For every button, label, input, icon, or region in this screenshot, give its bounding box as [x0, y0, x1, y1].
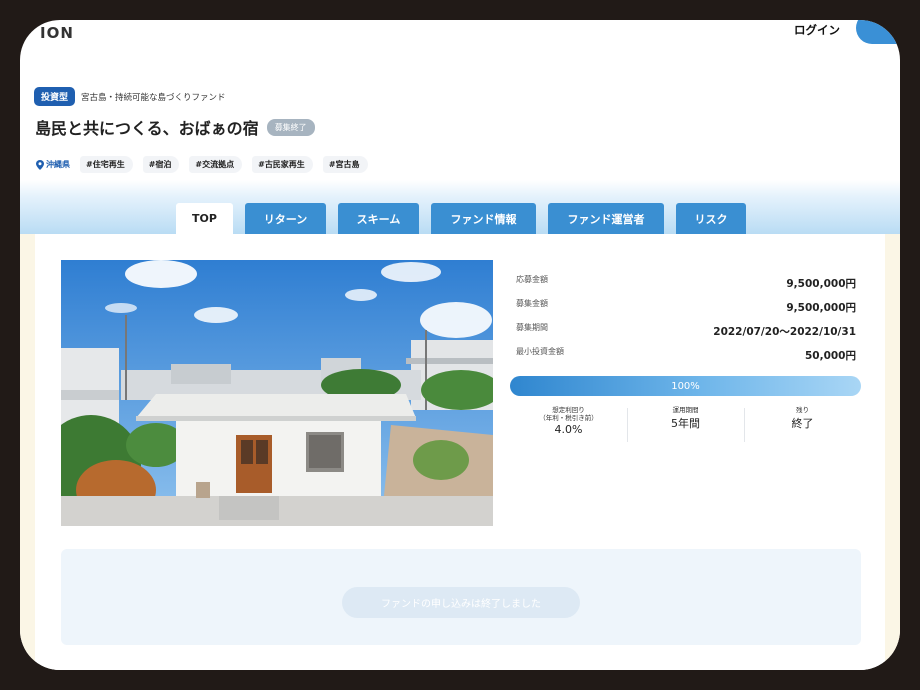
property-photo-image [61, 260, 493, 526]
info-label: 募集期間 [516, 323, 548, 332]
progress-label: 100% [671, 380, 700, 392]
fund-stats: 想定利回り （年利・税引き前） 4.0% 運用期間 5年間 残り 終了 [510, 406, 861, 442]
project-title-row: 島民と共につくる、おばぁの宿 募集終了 [35, 115, 315, 139]
tab-fund-operator[interactable]: ファンド運営者 [548, 203, 664, 234]
stat-label: 残り [796, 406, 809, 414]
investment-type-badge: 投資型 [34, 87, 76, 106]
info-row: 応募金額 9,500,000円 [516, 270, 856, 294]
info-label: 募集金額 [516, 299, 548, 308]
location-label: 沖縄県 [46, 160, 70, 169]
stat-value: 4.0% [554, 423, 583, 436]
tab-scheme[interactable]: スキーム [338, 203, 419, 234]
tag-item[interactable]: #交流拠点 [189, 156, 243, 173]
tag-item[interactable]: #宿泊 [142, 156, 180, 173]
info-label: 最小投資金額 [516, 347, 564, 356]
tab-risk[interactable]: リスク [676, 203, 746, 234]
fund-type-row: 投資型 宮古島・持続可能な島づくりファンド [34, 87, 226, 106]
info-row: 募集金額 9,500,000円 [516, 294, 856, 318]
tab-bar: TOP リターン スキーム ファンド情報 ファンド運営者 リスク [20, 180, 900, 234]
apply-closed-button[interactable]: ファンドの申し込みは終了しました [342, 587, 580, 618]
tag-list: 沖縄県 #住宅再生 #宿泊 #交流拠点 #古民家再生 #宮古島 [36, 156, 368, 173]
header-menu-button[interactable] [856, 20, 900, 44]
tab-fund-info[interactable]: ファンド情報 [431, 203, 536, 234]
tab-return[interactable]: リターン [245, 203, 326, 234]
stat-expected-yield: 想定利回り （年利・税引き前） 4.0% [510, 406, 627, 442]
login-link[interactable]: ログイン [794, 22, 840, 38]
info-value: 9,500,000円 [786, 278, 856, 290]
location: 沖縄県 [36, 159, 70, 170]
project-title: 島民と共につくる、おばぁの宿 [35, 119, 259, 138]
location-pin-icon [36, 159, 44, 170]
info-value: 50,000円 [804, 350, 856, 362]
page-margin-left [20, 234, 35, 670]
page-margin-right [885, 234, 900, 670]
info-label: 応募金額 [516, 275, 548, 284]
info-row: 最小投資金額 50,000円 [516, 342, 856, 366]
status-badge: 募集終了 [266, 118, 315, 136]
tab-top[interactable]: TOP [176, 203, 233, 234]
stat-label: 想定利回り （年利・税引き前） [539, 406, 598, 422]
site-logo[interactable]: ION [40, 24, 74, 42]
stat-remaining: 残り 終了 [744, 406, 861, 442]
stat-period: 運用期間 5年間 [627, 406, 744, 442]
stat-label: 運用期間 [672, 406, 699, 414]
funding-progress-bar: 100% [510, 376, 861, 396]
info-row: 募集期間 2022/07/20〜2022/10/31 [516, 318, 856, 342]
property-photo [61, 260, 493, 526]
tag-item[interactable]: #住宅再生 [80, 156, 133, 173]
info-value: 2022/07/20〜2022/10/31 [713, 326, 856, 338]
info-value: 9,500,000円 [786, 302, 856, 314]
stat-value: 終了 [791, 417, 814, 430]
application-panel: ファンドの申し込みは終了しました [61, 549, 861, 645]
fund-summary: 応募金額 9,500,000円 募集金額 9,500,000円 募集期間 202… [516, 270, 856, 366]
tag-item[interactable]: #宮古島 [322, 156, 368, 173]
fund-name: 宮古島・持続可能な島づくりファンド [81, 92, 226, 103]
tag-item[interactable]: #古民家再生 [252, 156, 313, 173]
page-frame: ION ログイン 投資型 宮古島・持続可能な島づくりファンド 島民と共につくる、… [20, 20, 900, 670]
stat-value: 5年間 [671, 417, 700, 430]
